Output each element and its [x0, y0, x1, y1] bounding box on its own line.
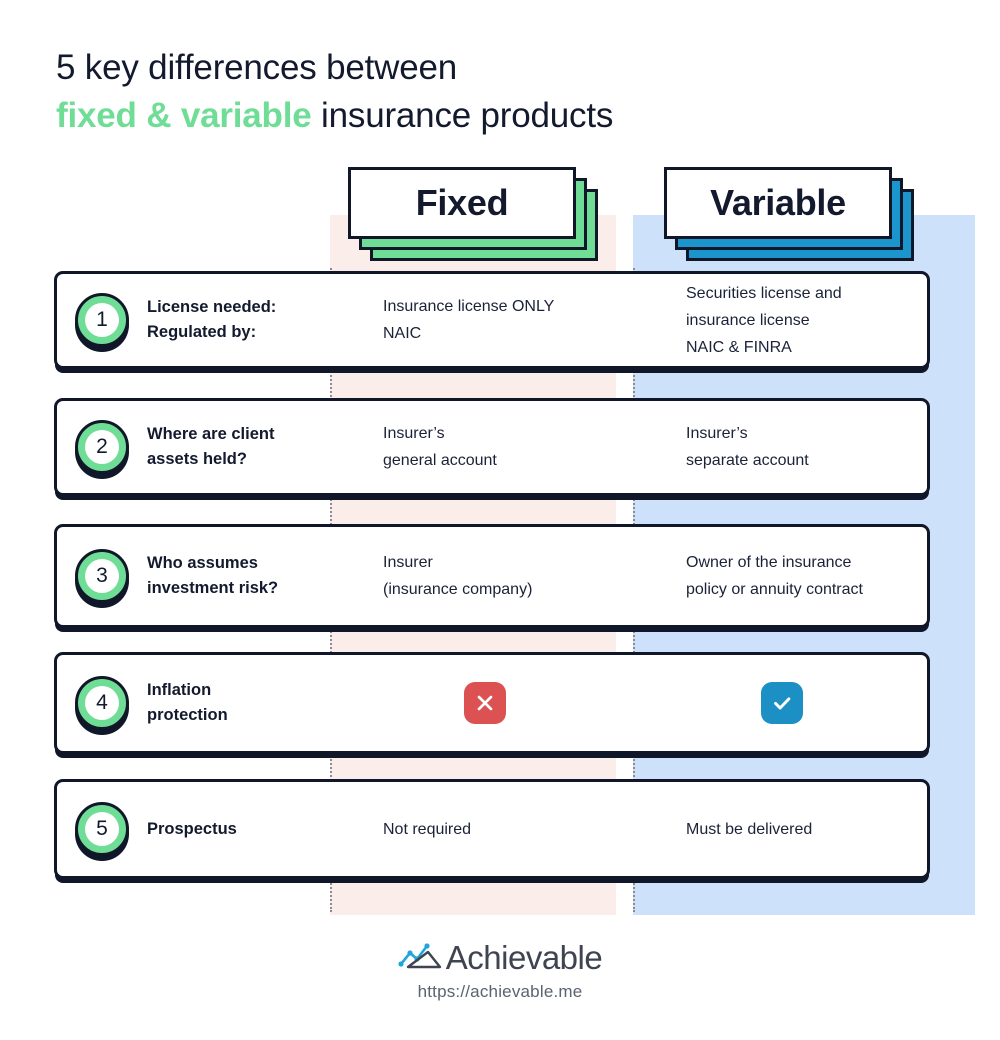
table-row: 4 Inflation protection [54, 652, 930, 754]
row-label-line-2: assets held? [147, 450, 247, 468]
row-label-line-2: investment risk? [147, 579, 279, 597]
row-label-line-1: License needed: [147, 298, 277, 316]
title-rest-text: insurance products [311, 96, 614, 135]
fixed-value-text: Insurer (insurance company) [383, 549, 532, 603]
fixed-value-cell: Insurer (insurance company) [333, 549, 636, 603]
badge-ring: 4 [75, 676, 129, 730]
variable-value-text: Insurer’s separate account [686, 420, 809, 474]
site-url: https://achievable.me [417, 982, 583, 1001]
brand-name: Achievable [445, 939, 603, 976]
row-number: 1 [85, 303, 119, 337]
row-number: 5 [85, 812, 119, 846]
title-accent-text: fixed & variable [56, 96, 312, 135]
fixed-value-cell: Insurer’s general account [333, 420, 636, 474]
variable-value-text: Securities license and insurance license… [686, 280, 842, 361]
variable-column-header-card: Variable [664, 167, 914, 261]
row-label-text: Who assumes investment risk? [147, 551, 278, 601]
fixed-value-line-1: Insurer’s [383, 425, 445, 442]
fixed-value-cell: Not required [333, 816, 636, 843]
row-label-cell: 2 Where are client assets held? [57, 420, 333, 479]
variable-value-line-1: Insurer’s [686, 425, 748, 442]
achievable-chart-logo-icon [398, 941, 444, 976]
variable-value-line-1: Securities license and [686, 284, 842, 302]
title-line-1: 5 key differences between [56, 48, 458, 87]
row-label-line-1: Prospectus [147, 819, 237, 838]
fixed-column-label: Fixed [415, 182, 509, 223]
row-number-badge: 4 [75, 676, 129, 735]
variable-column-label: Variable [710, 182, 846, 223]
variable-value-cell: Insurer’s separate account [636, 420, 927, 474]
variable-value-cell: Securities license and insurance license… [636, 280, 927, 361]
row-number: 2 [85, 430, 119, 464]
row-label-line-2: Regulated by: [147, 323, 257, 341]
fixed-value-line-2: (insurance company) [383, 581, 533, 598]
row-number: 3 [85, 559, 119, 593]
variable-value-line-3: NAIC & FINRA [686, 338, 792, 356]
table-row: 5 Prospectus Not required Must be delive… [54, 779, 930, 879]
fixed-value-cell [333, 682, 636, 724]
row-label-line-1: Where are client [147, 425, 275, 443]
brand-lockup: Achievable [398, 939, 603, 976]
row-label-line-2: protection [147, 706, 228, 724]
badge-ring: 1 [75, 293, 129, 347]
fixed-value-line-2: general account [383, 452, 497, 469]
row-label-text: License needed: Regulated by: [147, 295, 276, 345]
fixed-card-layer-front: Fixed [348, 167, 576, 239]
variable-value-line-1: Must be delivered [686, 820, 813, 838]
row-number-badge: 3 [75, 549, 129, 608]
table-row: 3 Who assumes investment risk? Insurer (… [54, 524, 930, 628]
variable-card-layer-front: Variable [664, 167, 892, 239]
variable-value-cell: Owner of the insurance policy or annuity… [636, 549, 927, 603]
row-label-text: Inflation protection [147, 678, 228, 728]
badge-ring: 2 [75, 420, 129, 474]
table-row: 1 License needed: Regulated by: Insuranc… [54, 271, 930, 369]
variable-value-text: Owner of the insurance policy or annuity… [686, 549, 863, 603]
footer: Achievable https://achievable.me [0, 940, 1000, 1002]
fixed-column-header-card: Fixed [348, 167, 598, 261]
fixed-value-cell: Insurance license ONLY NAIC [333, 293, 636, 347]
badge-ring: 3 [75, 549, 129, 603]
fixed-value-line-2: NAIC [383, 325, 422, 342]
row-label-text: Prospectus [147, 817, 237, 842]
row-number-badge: 2 [75, 420, 129, 479]
table-row: 2 Where are client assets held? Insurer’… [54, 398, 930, 496]
variable-value-cell [636, 682, 927, 724]
page-title: 5 key differences between fixed & variab… [56, 44, 916, 140]
variable-value-line-2: separate account [686, 452, 809, 469]
fixed-value-text: Insurer’s general account [383, 420, 497, 474]
variable-value-cell: Must be delivered [636, 816, 927, 843]
fixed-value-line-1: Insurance license ONLY [383, 298, 555, 315]
row-label-line-1: Who assumes [147, 554, 258, 572]
row-number: 4 [85, 686, 119, 720]
check-icon [760, 682, 803, 724]
badge-ring: 5 [75, 802, 129, 856]
row-label-text: Where are client assets held? [147, 422, 274, 472]
row-label-cell: 1 License needed: Regulated by: [57, 293, 333, 352]
row-label-cell: 3 Who assumes investment risk? [57, 549, 333, 608]
variable-value-line-1: Owner of the insurance [686, 554, 852, 571]
title-line-2: fixed & variable insurance products [56, 92, 916, 140]
row-label-line-1: Inflation [147, 681, 212, 699]
row-number-badge: 5 [75, 802, 129, 861]
variable-value-line-2: policy or annuity contract [686, 581, 863, 598]
fixed-value-line-1: Insurer [383, 554, 433, 571]
variable-value-line-2: insurance license [686, 311, 810, 329]
fixed-value-line-1: Not required [383, 820, 472, 838]
row-number-badge: 1 [75, 293, 129, 352]
row-label-cell: 5 Prospectus [57, 802, 333, 861]
fixed-value-text: Insurance license ONLY NAIC [383, 293, 554, 347]
row-label-cell: 4 Inflation protection [57, 676, 333, 735]
close-icon [463, 682, 506, 724]
